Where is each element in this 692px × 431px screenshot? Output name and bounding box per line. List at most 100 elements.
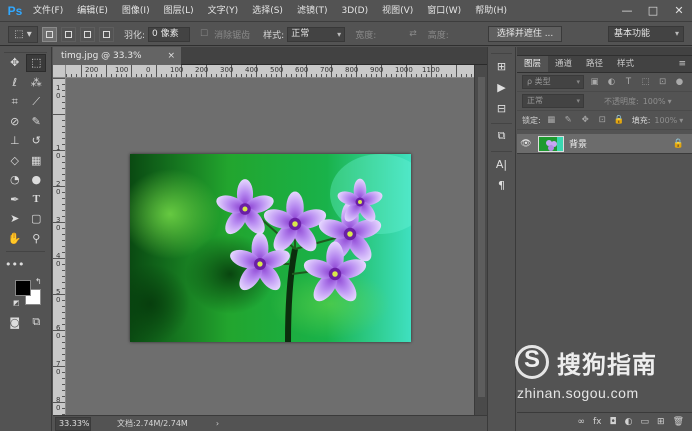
- rectangular-marquee-tool-icon[interactable]: ⬚: [26, 53, 47, 72]
- delete-layer-icon[interactable]: 🗑: [673, 417, 684, 427]
- close-document-icon[interactable]: ×: [167, 47, 175, 65]
- document-tab[interactable]: timg.jpg @ 33.3%(RGB/8#) ×: [53, 47, 181, 79]
- magic-wand-tool-icon[interactable]: ⁂: [26, 73, 46, 91]
- layer-filter-kind-select[interactable]: ρ 类型: [522, 75, 584, 89]
- lock-transparent-icon[interactable]: ▦: [545, 114, 558, 127]
- new-group-icon[interactable]: ▭: [641, 417, 650, 427]
- add-selection-button[interactable]: [61, 26, 76, 42]
- filter-pixel-icon[interactable]: ▣: [588, 76, 601, 89]
- workspace-select[interactable]: 基本功能: [608, 26, 684, 42]
- layer-lock-icon[interactable]: 🔒: [673, 139, 684, 149]
- layer-row-background[interactable]: 👁 背景 🔒: [517, 134, 692, 154]
- foreground-color-swatch[interactable]: [15, 279, 31, 296]
- panel-menu-icon[interactable]: ≡: [678, 56, 686, 73]
- edit-toolbar-icon[interactable]: •••: [5, 256, 25, 274]
- style-select[interactable]: 正常: [287, 26, 346, 42]
- quick-mask-icon[interactable]: ◙: [5, 313, 25, 331]
- layer-style-icon[interactable]: fx: [593, 417, 602, 427]
- layer-name[interactable]: 背景: [569, 137, 673, 150]
- properties-panel-icon[interactable]: ⊟: [492, 99, 512, 117]
- filter-toggle-icon[interactable]: ●: [673, 76, 686, 89]
- actions-panel-icon[interactable]: ▶: [492, 78, 512, 96]
- new-layer-icon[interactable]: ⊞: [657, 417, 665, 427]
- horizontal-ruler[interactable]: 200 100 0 100 200 300 400 500 600 700 80…: [66, 65, 474, 78]
- menu-file[interactable]: 文件(F): [26, 0, 70, 22]
- menu-view[interactable]: 视图(V): [375, 0, 420, 22]
- swap-colors-icon[interactable]: ↰: [35, 277, 42, 286]
- filter-type-icon[interactable]: T: [622, 76, 635, 89]
- antialias-checkbox[interactable]: ☐: [200, 29, 208, 39]
- fill-dropdown-icon[interactable]: ▾: [679, 116, 683, 125]
- blend-mode-select[interactable]: 正常: [522, 94, 584, 108]
- eyedropper-tool-icon[interactable]: ⟋: [26, 93, 46, 111]
- adjustment-layer-icon[interactable]: ◐: [625, 417, 633, 427]
- swap-dimensions-icon[interactable]: ⇄: [409, 29, 417, 39]
- maximize-button[interactable]: □: [640, 0, 666, 22]
- blur-tool-icon[interactable]: ◔: [5, 171, 25, 189]
- tool-preset-picker[interactable]: ⬚ ▾: [8, 25, 38, 43]
- select-and-mask-button[interactable]: 选择并遮住 ...: [487, 26, 563, 42]
- ruler-origin[interactable]: [53, 65, 66, 78]
- default-colors-icon[interactable]: ◩: [13, 299, 20, 307]
- paragraph-panel-icon[interactable]: ¶: [492, 176, 512, 194]
- zoom-level-field[interactable]: 33.33%: [55, 416, 91, 431]
- link-layers-icon[interactable]: ∞: [578, 417, 586, 427]
- menu-layer[interactable]: 图层(L): [157, 0, 201, 22]
- move-tool-icon[interactable]: ✥: [5, 54, 25, 72]
- dock-grip[interactable]: [491, 49, 512, 54]
- status-menu-arrow[interactable]: ›: [216, 419, 219, 428]
- vertical-scrollbar[interactable]: [474, 65, 487, 415]
- character-panel-icon[interactable]: A|: [492, 155, 512, 173]
- lock-artboard-icon[interactable]: ⊡: [596, 114, 609, 127]
- vertical-scrollbar-thumb[interactable]: [478, 77, 485, 397]
- opacity-value[interactable]: 100%: [643, 97, 666, 106]
- panel-grip[interactable]: [517, 47, 692, 56]
- pen-tool-icon[interactable]: ✒: [5, 190, 25, 208]
- menu-image[interactable]: 图像(I): [115, 0, 157, 22]
- zoom-tool-icon[interactable]: ⚲: [26, 229, 46, 247]
- menu-3d[interactable]: 3D(D): [334, 0, 375, 22]
- brush-tool-icon[interactable]: ✎: [26, 112, 46, 130]
- lock-position-icon[interactable]: ✥: [579, 114, 592, 127]
- screen-mode-icon[interactable]: ⧉: [26, 313, 46, 331]
- filter-smart-object-icon[interactable]: ⊡: [656, 76, 669, 89]
- lock-all-icon[interactable]: 🔒: [613, 114, 626, 127]
- lock-image-icon[interactable]: ✎: [562, 114, 575, 127]
- path-selection-tool-icon[interactable]: ➤: [5, 210, 25, 228]
- crop-tool-icon[interactable]: ⌗: [5, 93, 25, 111]
- minimize-button[interactable]: —: [614, 0, 640, 22]
- clone-stamp-tool-icon[interactable]: ⊥: [5, 132, 25, 150]
- intersect-selection-button[interactable]: [99, 26, 114, 42]
- eraser-tool-icon[interactable]: ◇: [5, 151, 25, 169]
- add-mask-icon[interactable]: ◘: [610, 417, 617, 427]
- layer-visibility-eye-icon[interactable]: 👁: [517, 139, 535, 149]
- healing-brush-tool-icon[interactable]: ⊘: [5, 112, 25, 130]
- menu-select[interactable]: 选择(S): [245, 0, 290, 22]
- menu-help[interactable]: 帮助(H): [468, 0, 514, 22]
- lasso-tool-icon[interactable]: ℓ: [5, 73, 25, 91]
- close-window-button[interactable]: ✕: [666, 0, 692, 22]
- clone-source-panel-icon[interactable]: ⧉: [492, 127, 512, 145]
- menu-edit[interactable]: 编辑(E): [70, 0, 115, 22]
- filter-shape-icon[interactable]: ⬚: [639, 76, 652, 89]
- type-tool-icon[interactable]: T: [26, 190, 46, 208]
- menu-type[interactable]: 文字(Y): [201, 0, 246, 22]
- tab-layers[interactable]: 图层: [517, 56, 549, 72]
- hand-tool-icon[interactable]: ✋: [5, 229, 25, 247]
- subtract-selection-button[interactable]: [80, 26, 95, 42]
- tab-channels[interactable]: 通道: [548, 56, 579, 72]
- document-image[interactable]: [130, 154, 411, 342]
- tab-paths[interactable]: 路径: [579, 56, 610, 72]
- rectangle-shape-tool-icon[interactable]: ▢: [26, 210, 46, 228]
- opacity-dropdown-icon[interactable]: ▾: [668, 97, 672, 106]
- dodge-tool-icon[interactable]: ●: [26, 171, 46, 189]
- history-brush-tool-icon[interactable]: ↺: [26, 132, 46, 150]
- vertical-ruler[interactable]: 1 0 1 0 2 0 3 0 4 0 5 0 6 0 7 0 8 0: [53, 78, 66, 415]
- fill-value[interactable]: 100%: [654, 116, 677, 125]
- menu-window[interactable]: 窗口(W): [420, 0, 468, 22]
- history-panel-icon[interactable]: ⊞: [492, 57, 512, 75]
- tab-styles[interactable]: 样式: [610, 56, 641, 72]
- menu-filter[interactable]: 滤镜(T): [290, 0, 335, 22]
- gradient-tool-icon[interactable]: ▦: [26, 151, 46, 169]
- new-selection-button[interactable]: [42, 26, 57, 42]
